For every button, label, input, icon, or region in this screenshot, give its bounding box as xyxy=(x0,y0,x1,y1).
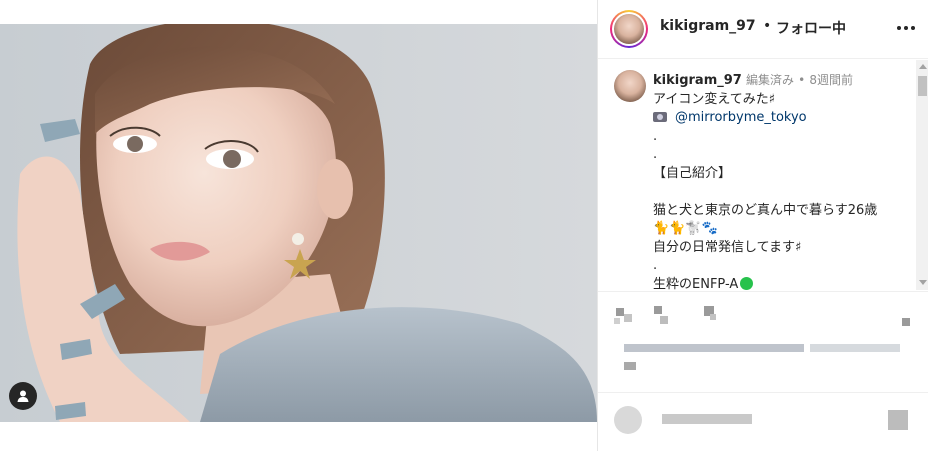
author-username-link[interactable]: kikigram_97 xyxy=(660,18,756,34)
comment-input[interactable] xyxy=(662,414,752,424)
scroll-up-icon[interactable] xyxy=(919,64,927,69)
share-icon-fragment xyxy=(710,314,716,320)
caption-line: 【自己紹介】 xyxy=(653,165,732,181)
post-media-area xyxy=(0,0,597,451)
following-button[interactable]: フォロー中 xyxy=(776,18,846,38)
caption-line: . xyxy=(653,128,658,144)
caption-line: アイコン変えてみた♯ xyxy=(653,91,775,107)
emoji-icon[interactable] xyxy=(614,406,642,434)
green-circle-emoji-icon xyxy=(740,276,754,290)
scroll-thumb[interactable] xyxy=(918,76,927,96)
edited-label: 編集済み xyxy=(745,73,794,87)
user-tag-icon xyxy=(17,390,29,402)
more-dot xyxy=(911,26,915,30)
header-separator: • xyxy=(763,18,772,34)
more-horizontal-icon xyxy=(897,26,901,30)
likes-row-obscured xyxy=(610,340,920,376)
likes-text-obscured xyxy=(810,344,900,352)
caption-text: kikigram_97 編集済み • 8週間前 アイコン変えてみた♯ @mirr… xyxy=(653,71,913,290)
caption-username-link[interactable]: kikigram_97 xyxy=(653,73,742,88)
caption-line xyxy=(653,183,913,202)
post-comment-button[interactable] xyxy=(888,410,908,430)
action-buttons-row xyxy=(610,300,920,330)
like-icon-fragment xyxy=(614,318,620,324)
comment-icon-fragment xyxy=(660,316,668,324)
post-header: kikigram_97 • フォロー中 xyxy=(598,0,928,59)
comment-input-row xyxy=(598,400,928,440)
caption-scrollbar[interactable] xyxy=(916,60,928,290)
user-tag-button[interactable] xyxy=(9,382,37,410)
comment-icon[interactable] xyxy=(654,306,662,314)
meta-dot: • xyxy=(798,73,806,87)
caption-line: 猫と犬と東京のど真ん中で暮らす26歳 xyxy=(653,202,878,218)
caption-line: 自分の日常発信してます♯ xyxy=(653,239,802,255)
post-photo[interactable] xyxy=(0,24,597,422)
caption-line: . xyxy=(653,147,658,162)
author-avatar[interactable] xyxy=(610,10,648,48)
scroll-down-icon[interactable] xyxy=(919,280,927,285)
likes-text-obscured xyxy=(624,344,804,352)
post-side-panel: kikigram_97 • フォロー中 kikigram_97 編集済み • 8… xyxy=(597,0,928,451)
like-icon-fragment xyxy=(624,314,632,322)
caption-area: kikigram_97 編集済み • 8週間前 アイコン変えてみた♯ @mirr… xyxy=(598,60,918,290)
like-icon[interactable] xyxy=(616,308,624,316)
avatar-image xyxy=(614,14,644,44)
mention-link[interactable]: @mirrorbyme_tokyo xyxy=(675,110,807,125)
caption-line: . xyxy=(653,258,658,273)
divider xyxy=(598,392,928,393)
caption-emoji-line: 🐈🐈🐩🐾 xyxy=(653,221,718,236)
caption-author-avatar[interactable] xyxy=(614,70,646,102)
portrait-illustration xyxy=(0,24,597,422)
likes-text-obscured xyxy=(624,362,636,370)
more-dot xyxy=(904,26,908,30)
time-ago[interactable]: 8週間前 xyxy=(809,73,853,87)
divider xyxy=(598,291,928,292)
more-options-button[interactable] xyxy=(894,18,918,38)
save-icon[interactable] xyxy=(902,318,910,326)
camera-emoji-icon xyxy=(653,112,667,122)
caption-line: 生粋のENFP-A xyxy=(653,276,739,291)
